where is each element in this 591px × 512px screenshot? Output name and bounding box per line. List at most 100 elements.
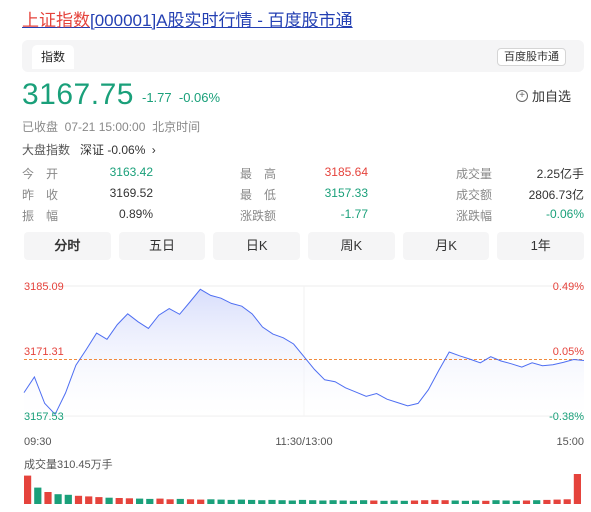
period-tabs: 分时 五日 日K 周K 月K 1年 bbox=[24, 232, 585, 260]
volume-bar bbox=[400, 500, 408, 504]
volume-bar bbox=[329, 500, 337, 504]
stat-value: 3157.33 bbox=[324, 186, 368, 200]
volume-bar bbox=[64, 494, 72, 504]
volume-bar bbox=[482, 500, 490, 504]
y-tick-right: 0.49% bbox=[553, 281, 584, 293]
y-tick-left: 3171.31 bbox=[24, 346, 64, 358]
page-title[interactable]: 上证指数[000001]A股实时行情 - 百度股市通 bbox=[22, 6, 353, 31]
volume-bar bbox=[197, 499, 205, 504]
volume-bar bbox=[380, 500, 388, 504]
x-tick: 11:30/13:00 bbox=[275, 436, 332, 448]
volume-bar bbox=[461, 500, 469, 504]
stat-value: 3185.64 bbox=[324, 165, 368, 179]
volume-bar bbox=[176, 498, 184, 504]
add-watchlist-label: 加自选 bbox=[531, 89, 571, 104]
volume-bar bbox=[472, 500, 480, 504]
volume-bar bbox=[360, 500, 368, 504]
volume-bar bbox=[349, 500, 357, 504]
stat-value: -0.06% bbox=[545, 207, 584, 221]
volume-bar bbox=[24, 475, 32, 504]
volume-bar bbox=[298, 499, 307, 504]
volume-bar bbox=[390, 500, 398, 504]
volume-chart bbox=[24, 474, 581, 504]
volume-bar bbox=[248, 499, 256, 504]
volume-bar bbox=[95, 497, 103, 504]
volume-bar bbox=[85, 496, 93, 504]
volume-bar bbox=[512, 500, 520, 504]
y-tick-right: 0.05% bbox=[553, 346, 584, 358]
volume-bar bbox=[44, 492, 52, 504]
change-percent: -0.06% bbox=[178, 90, 221, 105]
volume-bar bbox=[492, 500, 500, 504]
volume-bar bbox=[319, 500, 327, 504]
stat-value: -1.77 bbox=[340, 207, 368, 221]
volume-bar bbox=[105, 497, 113, 504]
title-highlight[interactable]: 上证指数 bbox=[22, 11, 90, 30]
volume-bar bbox=[553, 499, 561, 504]
volume-bar bbox=[421, 500, 429, 504]
add-watchlist-button[interactable]: + 加自选 bbox=[515, 86, 571, 105]
volume-bar bbox=[573, 474, 581, 504]
volume-bar bbox=[288, 500, 296, 504]
volume-bar bbox=[339, 500, 347, 504]
y-tick-right: -0.38% bbox=[549, 411, 584, 423]
volume-bar bbox=[237, 499, 245, 504]
volume-bar bbox=[146, 498, 154, 504]
price-change: -1.77 -0.06% bbox=[142, 90, 220, 105]
stat-value: 2.25亿手 bbox=[536, 167, 584, 181]
volume-bar bbox=[563, 499, 571, 504]
market-index-value: 深证 -0.06% bbox=[80, 143, 146, 157]
period-tab[interactable]: 五日 bbox=[118, 232, 206, 260]
period-tab[interactable]: 周K bbox=[308, 232, 395, 260]
volume-bar bbox=[166, 499, 174, 504]
change-amount: -1.77 bbox=[142, 90, 172, 105]
volume-bar bbox=[278, 500, 286, 504]
volume-bar bbox=[451, 500, 459, 504]
title-rest[interactable]: [000001]A股实时行情 - 百度股市通 bbox=[90, 11, 353, 30]
market-index-row[interactable]: 大盘指数 深证 -0.06% › bbox=[22, 141, 156, 158]
volume-bar bbox=[156, 498, 164, 504]
volume-bar bbox=[136, 498, 144, 504]
market-index-label: 大盘指数 bbox=[22, 143, 71, 157]
title-link[interactable]: 上证指数[000001]A股实时行情 - 百度股市通 bbox=[22, 11, 353, 30]
volume-bar bbox=[533, 500, 541, 504]
volume-bar bbox=[227, 499, 235, 504]
volume-bar bbox=[410, 500, 419, 504]
x-tick: 15:00 bbox=[556, 436, 584, 448]
intraday-chart[interactable]: 3185.09 3171.31 3157.53 0.49% 0.05% -0.38% 09:… bbox=[0, 272, 591, 452]
tab-bar: 指数 百度股市通 bbox=[22, 40, 584, 72]
stat-value: 0.89% bbox=[118, 207, 153, 221]
volume-bar bbox=[207, 499, 215, 504]
y-tick-left: 3157.53 bbox=[24, 411, 64, 423]
volume-bar bbox=[543, 499, 551, 504]
volume-bar bbox=[217, 499, 225, 504]
stat-value: 3163.42 bbox=[109, 165, 153, 179]
volume-bar bbox=[268, 499, 276, 504]
source-badge[interactable]: 百度股市通 bbox=[497, 48, 566, 66]
volume-bar bbox=[74, 495, 83, 504]
volume-bar bbox=[258, 500, 266, 504]
stat-value: 3169.52 bbox=[109, 186, 153, 200]
volume-bar bbox=[54, 494, 62, 504]
current-price: 3167.75 bbox=[22, 78, 134, 111]
volume-bar bbox=[370, 500, 378, 504]
period-tab[interactable]: 日K bbox=[213, 232, 301, 260]
period-tab[interactable]: 分时 bbox=[24, 232, 111, 260]
volume-bar bbox=[522, 500, 531, 504]
volume-bar bbox=[34, 487, 42, 504]
plus-circle-icon: + bbox=[515, 89, 528, 102]
volume-bar bbox=[431, 499, 439, 504]
period-tab[interactable]: 1年 bbox=[497, 232, 585, 260]
period-tab[interactable]: 月K bbox=[402, 232, 490, 260]
volume-bar bbox=[441, 500, 449, 504]
volume-bar bbox=[309, 500, 317, 504]
volume-bar bbox=[502, 500, 510, 504]
x-tick: 09:30 bbox=[24, 436, 52, 448]
market-status: 已收盘 07-21 15:00:00 北京时间 bbox=[22, 120, 201, 134]
stat-value: 2806.73亿 bbox=[528, 188, 584, 202]
y-tick-left: 3185.09 bbox=[24, 281, 64, 293]
chevron-right-icon: › bbox=[151, 143, 156, 157]
tab-index[interactable]: 指数 bbox=[32, 45, 75, 69]
volume-bar bbox=[186, 499, 195, 504]
volume-bar bbox=[115, 498, 123, 504]
